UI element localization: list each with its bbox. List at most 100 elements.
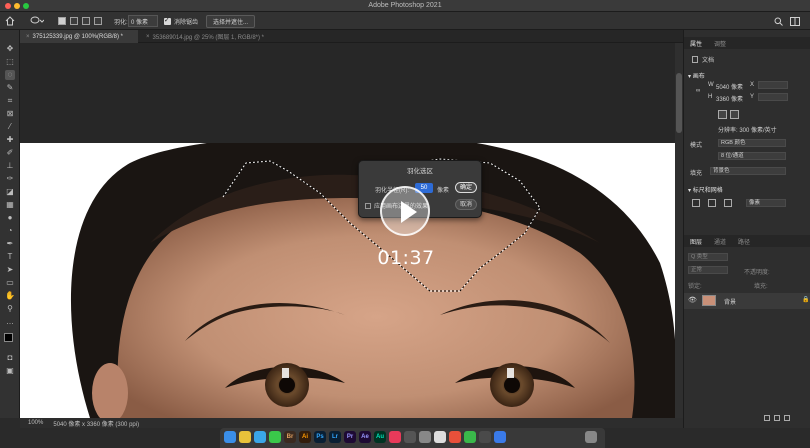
hand-tool-icon[interactable]: ✋ [5,291,15,301]
dodge-tool-icon[interactable]: ◔ [5,226,15,236]
lasso-tool-icon[interactable] [30,15,44,27]
blend-mode-select[interactable]: 正常 [688,266,728,274]
crop-tool-icon[interactable]: ⌗ [5,96,15,106]
y-input[interactable] [758,93,788,101]
zoom-tool-icon[interactable]: ⚲ [5,304,15,314]
frame-tool-icon[interactable]: ⊠ [5,109,15,119]
width-value[interactable]: 5040 像素 [716,82,743,91]
select-and-mask-button[interactable]: 选择并遮住... [206,14,256,28]
history-brush-icon[interactable]: ✑ [5,174,15,184]
gradient-tool-icon[interactable]: ▦ [5,200,15,210]
tab-layers[interactable]: 图层 [684,237,708,246]
intersect-selection-icon[interactable] [94,15,102,27]
add-selection-icon[interactable] [70,15,78,27]
title-bar: Adobe Photoshop 2021 [0,0,810,12]
tab-adjustments[interactable]: 调整 [708,39,732,48]
healing-tool-icon[interactable]: ✚ [5,135,15,145]
more-tools-icon[interactable]: … [5,317,15,327]
quick-mask-icon[interactable]: ◘ [5,353,15,363]
tab-channels[interactable]: 通道 [708,237,732,246]
app-title: Adobe Photoshop 2021 [368,2,442,9]
feather-input[interactable]: 0 像素 [128,15,158,27]
quick-select-tool-icon[interactable]: ✎ [5,83,15,93]
ruler-icon[interactable] [692,199,700,207]
after-effects-icon[interactable]: Ae [359,431,371,443]
subtract-selection-icon[interactable] [82,15,90,27]
camera-icon[interactable] [419,431,431,443]
audition-icon[interactable]: Au [374,431,386,443]
rulers-unit-select[interactable]: 像素 [746,199,786,207]
music-icon[interactable] [389,431,401,443]
ok-button[interactable]: 确定 [455,182,477,193]
motion-icon[interactable] [404,431,416,443]
grid-icon[interactable] [708,199,716,207]
new-selection-icon[interactable] [58,15,66,27]
blur-tool-icon[interactable]: ● [5,213,15,223]
search-icon[interactable] [774,15,783,27]
calendar-icon[interactable] [464,431,476,443]
tab-document-2[interactable]: × 353689014.jpg @ 25% (图层 1, RGB/8*) * [140,30,290,43]
layer-filter-select[interactable]: Q 类型 [688,253,728,261]
height-label: H [708,94,713,100]
tab-document-1[interactable]: × 375125339.jpg @ 100%(RGB/8) * [20,30,138,43]
finder-icon[interactable] [224,431,236,443]
safari-icon[interactable] [254,431,266,443]
bridge-icon[interactable]: Br [284,431,296,443]
trash-icon[interactable] [585,431,597,443]
premiere-icon[interactable]: Pr [344,431,356,443]
vertical-scrollbar[interactable] [675,43,683,418]
workspace-icon[interactable] [790,15,800,27]
lightroom-icon[interactable]: Lr [329,431,341,443]
close-tab-icon[interactable]: × [26,34,30,40]
rulers-section-label: 标尺和网格 [692,188,723,194]
move-tool-icon[interactable]: ✥ [5,44,15,54]
tab-properties[interactable]: 属性 [684,39,708,48]
fill-select[interactable]: 背景色 [710,167,786,175]
new-group-icon[interactable] [764,415,770,421]
eyedropper-tool-icon[interactable]: ⁄ [5,122,15,132]
type-tool-icon[interactable]: T [5,252,15,262]
close-tab-icon[interactable]: × [146,34,150,40]
lasso-tool-icon[interactable]: ◌ [5,70,15,80]
foreground-color-swatch[interactable] [4,333,13,342]
portrait-orientation-icon[interactable] [718,110,727,119]
play-button[interactable] [380,186,430,236]
shape-tool-icon[interactable]: ▭ [5,278,15,288]
quicktime-icon[interactable] [479,431,491,443]
preview-icon[interactable] [434,431,446,443]
tab-paths[interactable]: 路径 [732,237,756,246]
depth-select[interactable]: 8 位/通道 [718,152,786,160]
marquee-tool-icon[interactable]: ⬚ [5,57,15,67]
eraser-tool-icon[interactable]: ◪ [5,187,15,197]
canvas-area[interactable] [20,43,683,418]
stamp-tool-icon[interactable]: ⊥ [5,161,15,171]
link-icon[interactable]: ∞ [696,88,700,94]
x-input[interactable] [758,81,788,89]
home-icon[interactable] [5,15,15,27]
lock-label: 锁定: [688,284,702,290]
antialias-checkbox[interactable]: 消除锯齿 [164,15,198,27]
fill-short-label: 填充: [754,284,768,290]
delete-layer-icon[interactable] [784,415,790,421]
canvas-section-header[interactable]: ▾ 画布 [688,71,705,80]
new-layer-icon[interactable] [774,415,780,421]
mode-select[interactable]: RGB 颜色 [718,139,786,147]
layer-row-background[interactable]: 👁 背景 🔒 [684,293,810,309]
chrome-icon[interactable] [239,431,251,443]
rulers-section-header[interactable]: ▾ 标尺和网格 [688,185,723,194]
numbers-icon[interactable] [449,431,461,443]
photoshop-icon[interactable]: Ps [314,431,326,443]
eye-icon[interactable]: 👁 [688,296,697,304]
keynote-icon[interactable] [494,431,506,443]
illustrator-icon[interactable]: Ai [299,431,311,443]
messages-icon[interactable] [269,431,281,443]
scrollbar-thumb[interactable] [676,73,682,133]
cancel-button[interactable]: 取消 [455,199,477,210]
landscape-orientation-icon[interactable] [730,110,739,119]
brush-tool-icon[interactable]: ✐ [5,148,15,158]
screen-mode-icon[interactable]: ▣ [5,366,15,376]
guides-icon[interactable] [724,199,732,207]
height-value[interactable]: 3360 像素 [716,94,743,103]
path-select-tool-icon[interactable]: ➤ [5,265,15,275]
pen-tool-icon[interactable]: ✒ [5,239,15,249]
